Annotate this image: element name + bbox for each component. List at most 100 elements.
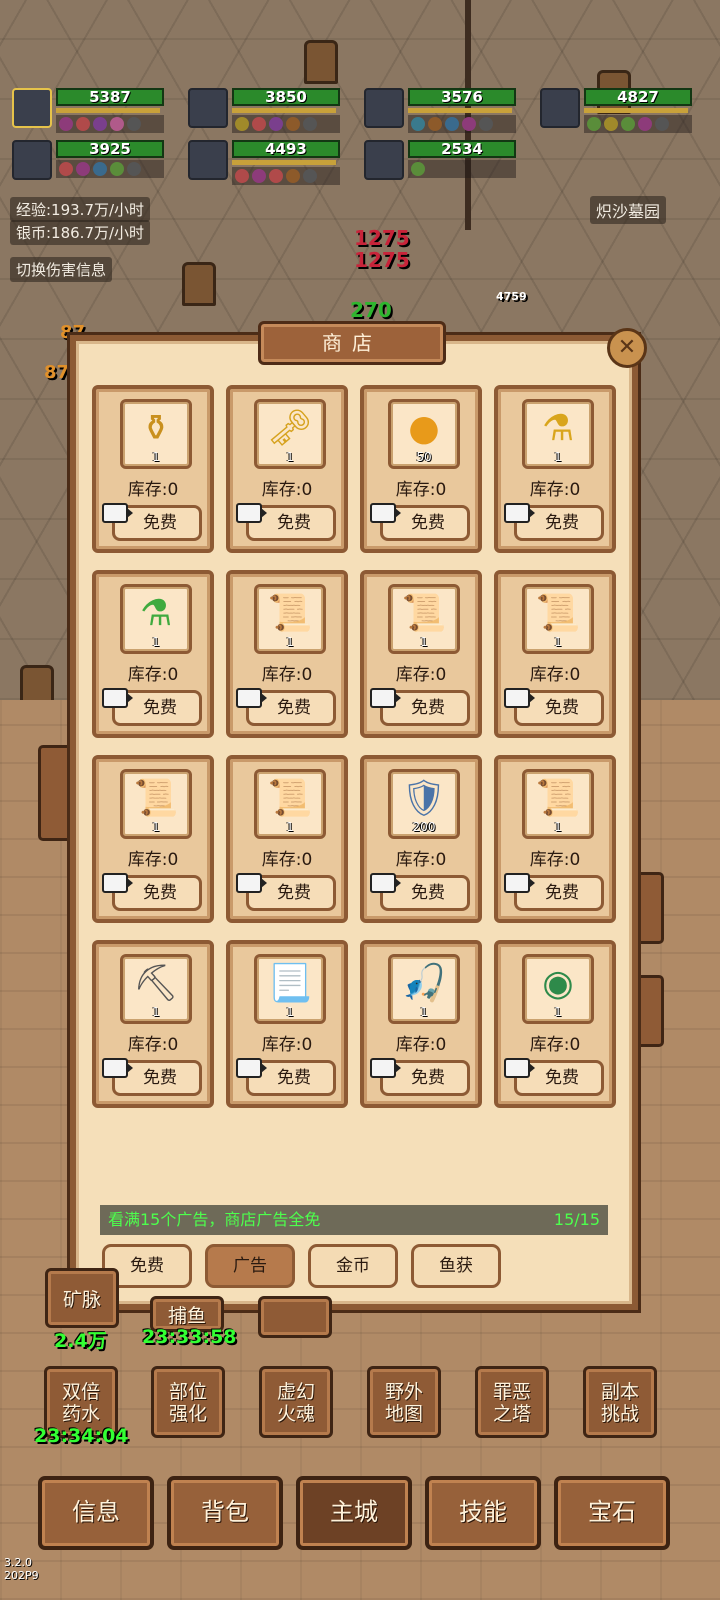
build-code: 202P9 bbox=[4, 1569, 39, 1582]
hero-energy-bar bbox=[232, 108, 336, 113]
shop-item-slot[interactable]: ◉ 1 库存:0 免费 bbox=[494, 940, 616, 1108]
item-quantity: 1 bbox=[286, 450, 294, 464]
item-icon-frame: ◉ 1 bbox=[522, 954, 594, 1024]
shop-item-slot[interactable]: 📜 1 库存:0 免费 bbox=[226, 570, 348, 738]
video-camera-icon bbox=[236, 503, 267, 523]
shop-item-slot[interactable]: 📜 1 库存:0 免费 bbox=[226, 755, 348, 923]
button-line: 野外 bbox=[384, 1381, 423, 1403]
video-camera-icon bbox=[102, 503, 133, 523]
hero-card[interactable]: 3925 bbox=[12, 140, 164, 186]
tab-fish[interactable]: 鱼获 bbox=[411, 1244, 501, 1288]
green-potion-icon: ⚗ bbox=[139, 593, 173, 634]
field-map-button[interactable]: 野外 地图 bbox=[367, 1366, 441, 1438]
hero-hp-bar: 3925 bbox=[56, 140, 164, 158]
close-button[interactable]: ✕ bbox=[607, 328, 647, 368]
mine-value: 2.4万 bbox=[54, 1330, 107, 1352]
video-camera-icon bbox=[370, 503, 401, 523]
hero-card[interactable]: 4493 bbox=[188, 140, 340, 186]
feature-button[interactable] bbox=[258, 1296, 332, 1338]
shop-item-slot[interactable]: ● 50 库存:0 免费 bbox=[360, 385, 482, 553]
shop-item-slot[interactable]: 📜 1 库存:0 免费 bbox=[92, 755, 214, 923]
button-line: 强化 bbox=[168, 1403, 207, 1425]
hero-card[interactable]: 4827 bbox=[540, 88, 692, 134]
item-quantity: 1 bbox=[152, 820, 160, 834]
shop-item-slot[interactable]: ⚗ 1 库存:0 免费 bbox=[494, 385, 616, 553]
item-icon-frame: 🎣 1 bbox=[388, 954, 460, 1024]
shop-item-slot[interactable]: 🎣 1 库存:0 免费 bbox=[360, 940, 482, 1108]
crossed-swords-close-icon: ✕ bbox=[617, 335, 637, 360]
video-camera-icon bbox=[504, 688, 535, 708]
yellow-potion-icon: ⚗ bbox=[541, 408, 575, 449]
tab-gold[interactable]: 金币 bbox=[308, 1244, 398, 1288]
shop-item-slot[interactable]: 🛡 200 库存:0 免费 bbox=[360, 755, 482, 923]
item-stock: 库存:0 bbox=[529, 850, 581, 870]
item-stock: 库存:0 bbox=[529, 480, 581, 500]
button-line: 挑战 bbox=[600, 1403, 639, 1425]
shop-item-slot[interactable]: 📃 1 库存:0 免费 bbox=[226, 940, 348, 1108]
tab-ads[interactable]: 广告 bbox=[205, 1244, 295, 1288]
green-eye-icon: ◉ bbox=[542, 963, 574, 1004]
shop-item-slot[interactable]: ⚱ 1 库存:0 免费 bbox=[92, 385, 214, 553]
shop-item-slot[interactable]: ⚗ 1 库存:0 免费 bbox=[92, 570, 214, 738]
hero-card[interactable]: 2534 bbox=[364, 140, 516, 186]
shop-item-slot[interactable]: 📜 1 库存:0 免费 bbox=[494, 755, 616, 923]
item-quantity: 1 bbox=[420, 1005, 428, 1019]
item-stock: 库存:0 bbox=[529, 1035, 581, 1055]
nav-gems[interactable]: 宝石 bbox=[554, 1476, 670, 1550]
toggle-damage-info-button[interactable]: 切换伤害信息 bbox=[10, 257, 113, 282]
shop-item-slot[interactable]: 📜 1 库存:0 免费 bbox=[360, 570, 482, 738]
shield-icon: 🛡 bbox=[401, 778, 447, 819]
golden-key-icon: 🗝 bbox=[267, 408, 313, 449]
hero-hp-bar: 3850 bbox=[232, 88, 340, 106]
shop-item-slot[interactable]: 🗝 1 库存:0 免费 bbox=[226, 385, 348, 553]
ad-message: 看满15个广告，商店广告全免 bbox=[108, 1210, 321, 1229]
mine-button[interactable]: 矿脉 bbox=[45, 1268, 119, 1328]
video-camera-icon bbox=[236, 688, 267, 708]
location-label: 炽沙墓园 bbox=[590, 196, 667, 224]
video-camera-icon bbox=[236, 873, 267, 893]
part-enhance-button[interactable]: 部位 强化 bbox=[151, 1366, 225, 1438]
hero-card[interactable]: 3850 bbox=[188, 88, 340, 134]
item-stock: 库存:0 bbox=[395, 850, 447, 870]
ad-progress-bar: 看满15个广告，商店广告全免 15/15 bbox=[100, 1205, 608, 1235]
double-potion-timer: 23:34:04 bbox=[34, 1425, 129, 1447]
item-quantity: 1 bbox=[554, 820, 562, 834]
sin-tower-button[interactable]: 罪恶 之塔 bbox=[475, 1366, 549, 1438]
item-stock: 库存:0 bbox=[261, 665, 313, 685]
scroll-pink-icon: 📜 bbox=[267, 778, 313, 819]
hero-card[interactable]: 5387 bbox=[12, 88, 164, 134]
damage-number: 270 bbox=[350, 298, 392, 322]
item-stock: 库存:0 bbox=[261, 480, 313, 500]
hero-card[interactable]: 3576 bbox=[364, 88, 516, 134]
nav-skills[interactable]: 技能 bbox=[425, 1476, 541, 1550]
shop-item-slot[interactable]: 📜 1 库存:0 免费 bbox=[494, 570, 616, 738]
button-line: 部位 bbox=[168, 1381, 207, 1403]
nav-backpack[interactable]: 背包 bbox=[167, 1476, 283, 1550]
item-icon-frame: 📜 1 bbox=[522, 769, 594, 839]
ad-progress-count: 15/15 bbox=[553, 1210, 600, 1229]
item-stock: 库存:0 bbox=[529, 665, 581, 685]
hero-avatar bbox=[12, 140, 52, 180]
illusion-soul-button[interactable]: 虚幻 火魂 bbox=[259, 1366, 333, 1438]
item-stock: 库存:0 bbox=[261, 1035, 313, 1055]
plain-scroll-icon: 📜 bbox=[535, 778, 581, 819]
item-stock: 库存:0 bbox=[127, 665, 179, 685]
shop-item-slot[interactable]: ⛏ 1 库存:0 免费 bbox=[92, 940, 214, 1108]
dungeon-challenge-button[interactable]: 副本 挑战 bbox=[583, 1366, 657, 1438]
pickaxe-icon: ⛏ bbox=[133, 963, 179, 1004]
hero-avatar bbox=[188, 88, 228, 128]
nav-info[interactable]: 信息 bbox=[38, 1476, 154, 1550]
damage-number: 87 bbox=[44, 362, 70, 383]
hero-hp-bar: 2534 bbox=[408, 140, 516, 158]
button-line: 虚幻 bbox=[276, 1381, 315, 1403]
fishing-rod-icon: 🎣 bbox=[401, 963, 447, 1004]
item-stock: 库存:0 bbox=[395, 665, 447, 685]
hero-skill-icons bbox=[56, 160, 164, 178]
video-camera-icon bbox=[102, 873, 133, 893]
item-stock: 库存:0 bbox=[127, 850, 179, 870]
nav-main-city[interactable]: 主城 bbox=[296, 1476, 412, 1550]
button-line: 地图 bbox=[384, 1403, 423, 1425]
scroll-red-icon: 📜 bbox=[401, 593, 447, 634]
item-icon-frame: 📜 1 bbox=[120, 769, 192, 839]
hero-energy-bar bbox=[232, 160, 336, 165]
